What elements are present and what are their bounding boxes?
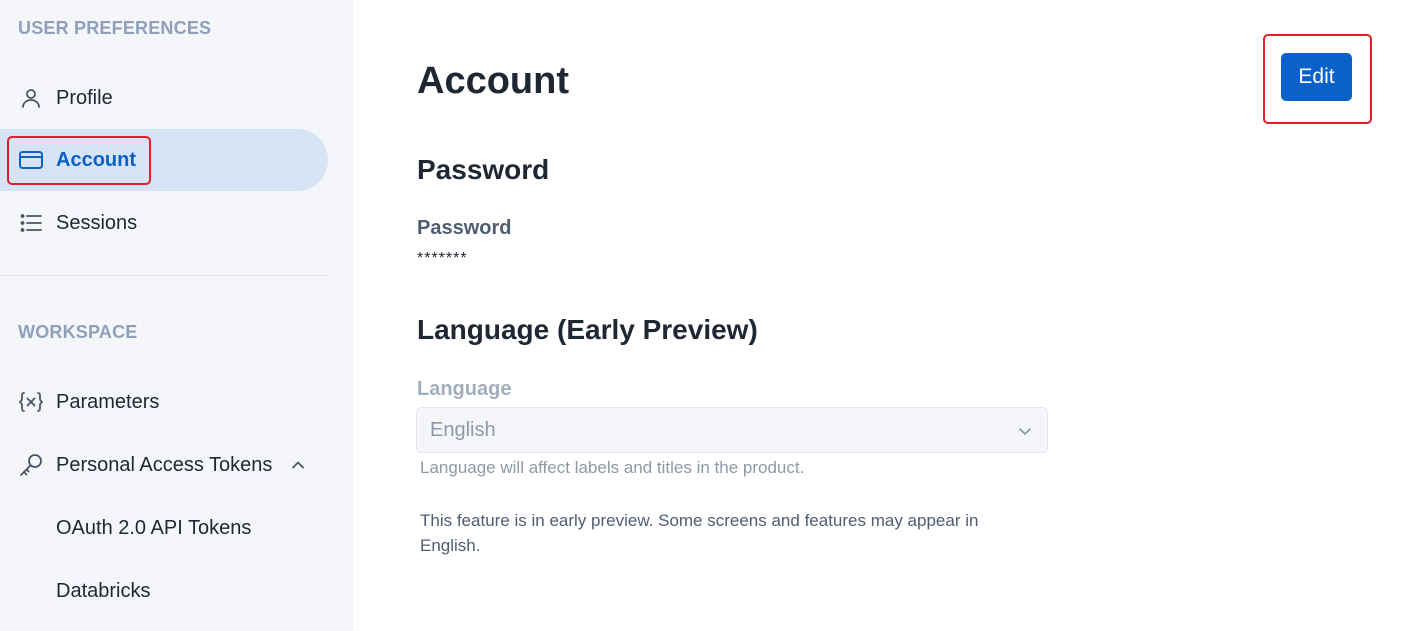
password-value: ******* [417,250,468,267]
user-preferences-section-title: USER PREFERENCES [18,18,212,38]
card-icon [18,147,44,173]
sidebar-item-personal-access-tokens[interactable]: Personal Access Tokens [0,434,328,496]
sidebar-item-account[interactable]: Account [0,129,328,191]
sidebar-item-label: Sessions [56,211,138,234]
early-preview-note: This feature is in early preview. Some s… [420,511,979,555]
language-section-heading: Language (Early Preview) [417,314,758,345]
language-select-value: English [430,418,496,441]
page-title: Account [417,60,569,102]
password-label: Password [417,217,512,239]
sidebar-item-parameters[interactable]: Parameters [0,371,328,433]
list-icon [18,210,44,236]
key-icon [18,452,44,478]
language-select[interactable]: English [416,407,1048,453]
variable-icon [18,389,44,415]
sidebar-item-label: Parameters [56,390,160,413]
sidebar-item-oauth-tokens[interactable]: OAuth 2.0 API Tokens [0,497,328,559]
main-content: Account Edit Password Password ******* L… [353,0,1412,631]
language-helper-text: Language will affect labels and titles i… [420,458,805,477]
sidebar-divider [0,275,328,276]
workspace-section-title: WORKSPACE [18,322,138,342]
user-icon [18,85,44,111]
sidebar-item-label: Databricks [56,579,151,602]
sidebar-item-sessions[interactable]: Sessions [0,192,328,254]
chevron-down-icon [1015,421,1035,441]
sidebar: USER PREFERENCES Profile Account Session… [0,0,353,631]
language-label: Language [417,378,512,400]
chevron-up-icon[interactable] [288,455,308,475]
sidebar-item-label: Account [56,148,136,171]
sidebar-item-profile[interactable]: Profile [0,67,328,129]
password-section-heading: Password [417,154,550,185]
sidebar-item-label: Personal Access Tokens [56,453,273,476]
sidebar-item-label: Profile [56,86,113,109]
sidebar-item-label: OAuth 2.0 API Tokens [56,516,252,539]
sidebar-item-databricks[interactable]: Databricks [0,560,328,622]
edit-button[interactable]: Edit [1281,53,1352,101]
